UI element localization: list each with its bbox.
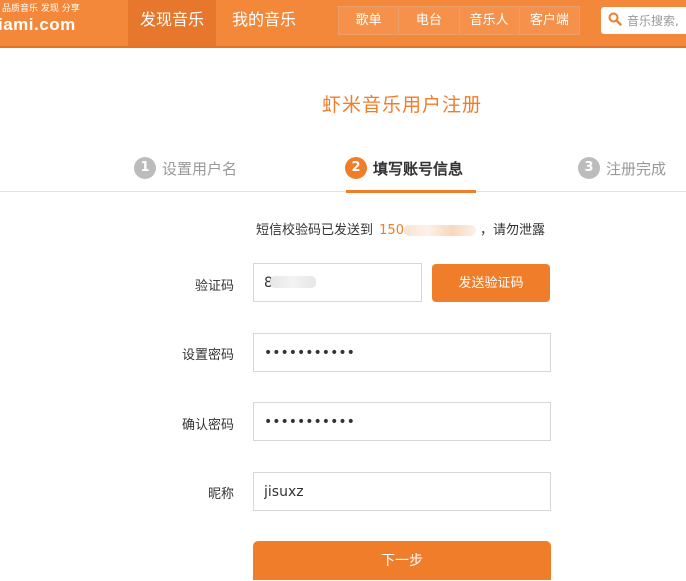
sms-sent-suffix: ，请勿泄露 (479, 223, 545, 238)
search-box[interactable] (601, 7, 686, 34)
subnav-playlists[interactable]: 歌单 (339, 7, 398, 34)
send-code-button[interactable]: 发送验证码 (432, 264, 550, 302)
phone-blur (403, 225, 476, 236)
subnav-client[interactable]: 客户端 (518, 7, 579, 34)
password-input[interactable] (253, 333, 551, 372)
xiami-logo[interactable]: 品质音乐 发现 分享 iami.com (0, 0, 100, 46)
sub-navigation: 歌单 电台 音乐人 客户端 (338, 6, 580, 35)
verification-code-label: 验证码 (194, 279, 234, 294)
nav-my-music[interactable]: 我的音乐 (218, 0, 310, 46)
password-label: 设置密码 (181, 348, 234, 363)
nickname-input[interactable] (253, 472, 551, 511)
step-fill-account-info: 2 填写账号信息 (345, 156, 463, 180)
masked-phone-number: 150 (379, 223, 478, 238)
sms-sent-prefix: 短信校验码已发送到 (256, 223, 374, 238)
logo-name: iami.com (0, 15, 76, 34)
subnav-radio[interactable]: 电台 (398, 7, 458, 34)
step-number-badge: 3 (578, 157, 600, 179)
active-step-indicator (346, 190, 476, 193)
step-label: 注册完成 (606, 159, 667, 178)
top-navigation-bar: 品质音乐 发现 分享 iami.com 发现音乐 我的音乐 歌单 电台 音乐人 … (0, 0, 686, 48)
next-step-button[interactable]: 下一步 (253, 541, 551, 580)
nickname-label: 昵称 (207, 487, 234, 502)
step-label: 设置用户名 (162, 159, 238, 178)
subnav-musicians[interactable]: 音乐人 (458, 7, 519, 34)
step-set-username: 1 设置用户名 (134, 156, 237, 180)
logo-tagline: 品质音乐 发现 分享 (2, 4, 80, 14)
steps-divider (0, 191, 686, 192)
step-number-badge: 2 (345, 157, 367, 179)
phone-visible-digits: 150 (379, 223, 404, 238)
confirm-password-label: 确认密码 (181, 418, 234, 433)
confirm-password-input[interactable] (253, 402, 551, 441)
step-registration-complete: 3 注册完成 (578, 156, 666, 180)
page-title: 虾米音乐用户注册 (321, 94, 482, 116)
sms-sent-notice: 短信校验码已发送到 150 ，请勿泄露 (256, 219, 545, 238)
code-blur (270, 276, 316, 288)
search-input[interactable] (627, 7, 686, 34)
search-icon[interactable] (608, 12, 622, 26)
step-label: 填写账号信息 (373, 159, 464, 178)
step-number-badge: 1 (134, 157, 156, 179)
nav-discover-music[interactable]: 发现音乐 (128, 0, 216, 46)
